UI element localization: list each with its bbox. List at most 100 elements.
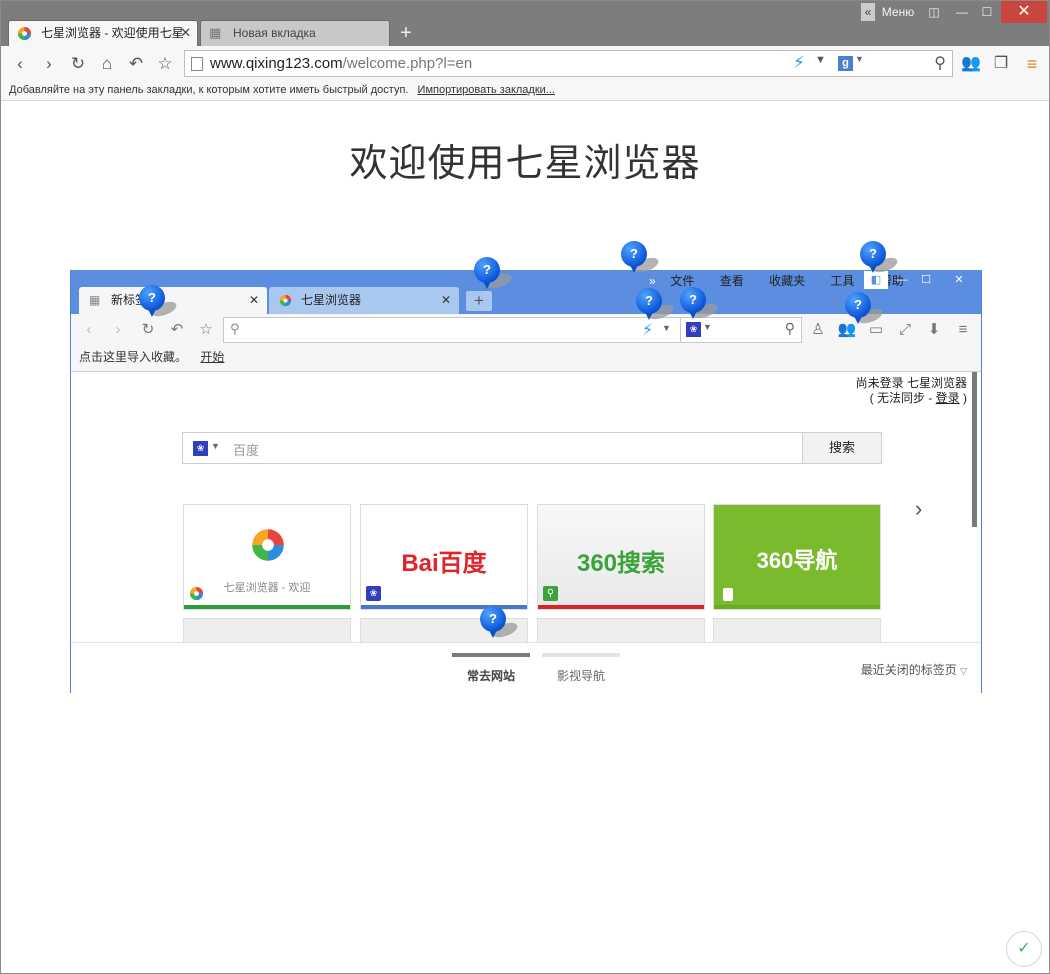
illustration-tab-video: 影视导航 [542,653,620,684]
help-pin-icon: ? [636,288,676,326]
fullscreen-icon: ⤢ [898,321,911,338]
chevron-down-icon: ▽ [960,666,967,676]
illustration-tab-frequent: 常去网站 [452,653,530,684]
help-pin-icon: ? [845,292,885,330]
illustration-tile: 七星浏览器 - 欢迎 [183,504,351,610]
tile-accent-bar [184,605,350,609]
star-icon: ☆ [199,321,213,338]
close-icon: ✕ [954,274,964,286]
360-search-logo: 360搜索 [576,550,666,577]
address-bar[interactable]: www.qixing123.com/welcome.php?l=en ⚡ ▼ [184,50,834,77]
back-icon[interactable]: ‹ [9,53,31,75]
back-icon: ‹ [86,321,92,338]
reload-icon[interactable]: ↻ [67,53,89,75]
page-icon [723,588,733,601]
browser-window: 七星浏览器 - 欢迎使用七星 ✕ ▦ Новая вкладка + « Мен… [0,0,1050,974]
bookmarks-hint: Добавляйте на эту панель закладки, к кот… [9,84,409,96]
help-pin-icon: ? [474,257,514,295]
search-icon: ⚲ [230,321,240,336]
qixing-logo-icon [252,529,284,561]
menu-item: 收藏夹 [769,274,806,288]
illustration-login-status: 尚未登录 七星浏览器 ( 无法同步 - 登录 ) [855,376,967,405]
maximize-button[interactable]: ☐ [973,1,1001,23]
grid-icon: ▦ [89,293,101,307]
close-icon: ✕ [248,293,259,307]
tile-accent-bar [714,605,880,609]
baidu-paw-icon: ❀ [193,441,208,456]
toolbar: ‹ › ↻ ⌂ ↶ ☆ www.qixing123.com/welcome.ph… [1,46,1049,81]
hamburger-menu-icon[interactable]: ≡ [1021,53,1043,75]
minimize-button[interactable]: — [949,1,975,23]
page-icon [191,57,203,71]
menu-item: 查看 [719,274,744,288]
star-icon[interactable]: ☆ [154,53,176,75]
tab-new[interactable]: ▦ Новая вкладка [200,20,390,46]
help-pin-icon: ? [621,241,661,279]
search-icon[interactable]: ⚲ [934,53,946,73]
tab-title: 七星浏览器 - 欢迎使用七星 [41,26,184,40]
baidu-paw-icon: ❀ [366,586,381,601]
chevron-down-icon[interactable]: ▼ [855,54,864,64]
grid-icon: ▦ [209,25,222,40]
forward-icon: › [115,321,121,338]
chevron-right-icon: » [649,274,656,288]
minimize-icon: — [896,274,908,286]
illustration-baidu-search: ❀ ▼ 百度 搜索 [182,432,882,464]
page-title: 欢迎使用七星浏览器 [349,141,701,185]
undo-icon: ↶ [170,321,184,338]
illustration-tile: 360导航 [713,504,881,610]
tab-strip: 七星浏览器 - 欢迎使用七星 ✕ ▦ Новая вкладка + « Мен… [1,1,1049,46]
forward-icon[interactable]: › [38,53,60,75]
url-text: www.qixing123.com/welcome.php?l=en [210,55,473,72]
qixing-logo-icon [17,26,32,41]
search-icon: ⚲ [784,320,795,336]
illustration-search-button: 搜索 [802,432,882,464]
close-icon: ✕ [440,293,451,307]
search-icon: ⚲ [543,586,558,601]
shield-icon[interactable]: ✓ [1006,931,1042,967]
reload-icon: ↻ [141,321,155,338]
close-window-button[interactable]: ✕ [1001,1,1047,23]
menu-button[interactable]: Меню [877,1,919,23]
close-icon[interactable]: ✕ [180,21,191,45]
lightning-icon[interactable]: ⚡ [793,53,805,73]
illustration-tab-qixing: 七星浏览器 ✕ [269,287,459,314]
search-box[interactable]: g ▼ ⚲ [833,50,953,77]
360-nav-logo: 360导航 [756,548,838,573]
google-icon[interactable]: g [838,56,853,71]
hamburger-menu-icon: ≡ [958,321,968,338]
browser-illustration: » 文件 查看 收藏夹 工具 帮助 ◧ — ☐ ✕ ▦ 新标签页 ✕ 七星浏览器… [70,270,982,693]
users-icon[interactable]: 👥 [960,53,982,75]
bookmarks-bar: Добавляйте на эту панель закладки, к кот… [1,81,1049,101]
qixing-logo-icon [189,586,204,601]
menu-item: 文件 [670,274,695,288]
tile-accent-bar [538,605,704,609]
menu-item: 工具 [830,274,855,288]
baidu-logo: Bai百度 [401,550,487,577]
chevron-right-icon: › [915,496,923,521]
help-pin-icon: ? [860,241,900,279]
illustration-scrollbar [972,372,977,527]
window-grid-icon[interactable]: ◫ [923,1,945,23]
undo-icon[interactable]: ↶ [125,53,147,75]
new-tab-button[interactable]: + [394,21,418,45]
tab-welcome[interactable]: 七星浏览器 - 欢迎使用七星 ✕ [8,20,198,46]
maximize-icon: ☐ [921,274,931,286]
windows-icon[interactable]: ❐ [990,53,1012,75]
illustration-recently-closed: 最近关闭的标签页 ▽ [860,663,967,677]
import-bookmarks-link[interactable]: Импортировать закладки... [418,84,555,96]
tab-title: Новая вкладка [233,26,316,40]
illustration-tile: Bai百度 ❀ [360,504,528,610]
user-icon: ♙ [811,321,825,338]
home-icon[interactable]: ⌂ [96,53,118,75]
chevron-down-icon[interactable]: ▼ [815,54,826,66]
illustration-address-bar: ⚲ ⚡ ▼ [223,317,681,343]
help-pin-icon: ? [480,606,520,644]
help-pin-icon: ? [680,287,720,325]
chevron-left-icon[interactable]: « [861,3,875,21]
chevron-down-icon: ▼ [211,441,220,451]
page-content: 欢迎使用七星浏览器 » 文件 查看 收藏夹 工具 帮助 ◧ — ☐ ✕ ▦ 新标… [1,102,1049,973]
qixing-logo-icon [279,294,292,307]
illustration-tile: 360搜索 ⚲ [537,504,705,610]
illustration-bookmarks-bar: 点击这里导入收藏。 开始 [71,346,981,372]
